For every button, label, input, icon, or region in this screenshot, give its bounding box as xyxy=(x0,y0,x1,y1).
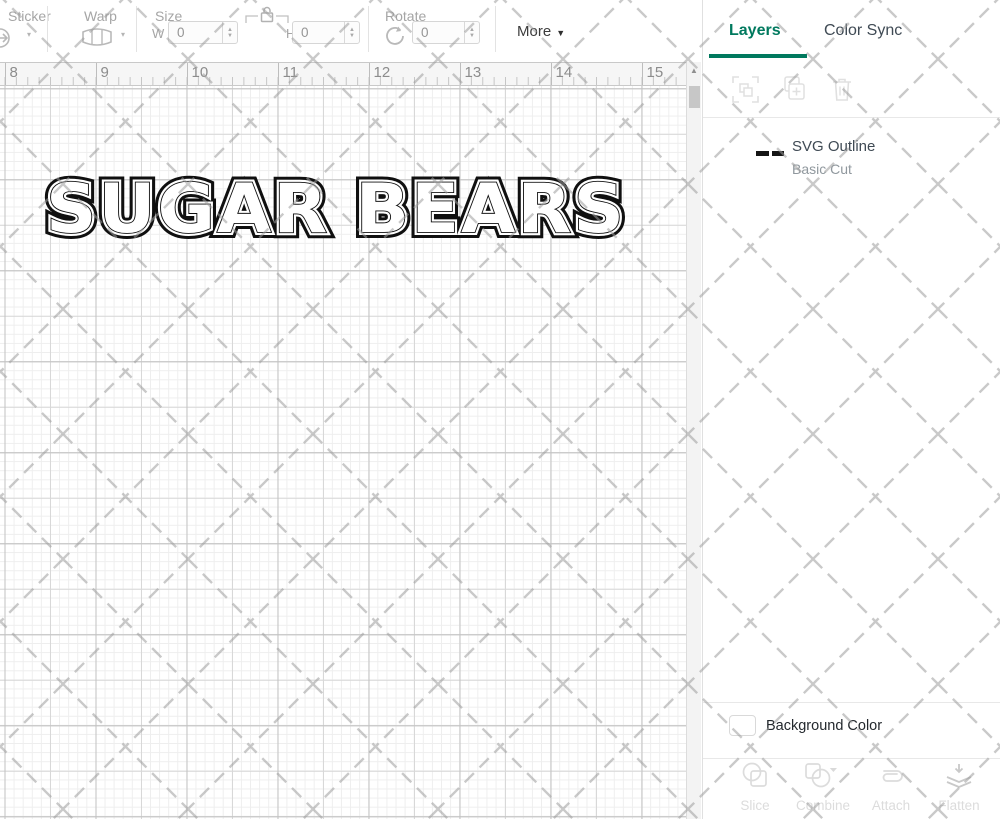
attach-button[interactable]: Attach xyxy=(859,762,923,813)
size-lock-icon[interactable] xyxy=(244,3,290,25)
ruler-mark: 13 xyxy=(460,63,551,85)
ruler-number: 12 xyxy=(374,64,460,81)
stepper-down-icon[interactable]: ▼ xyxy=(349,33,355,39)
ruler-mark: 12 xyxy=(369,63,460,85)
slice-button[interactable]: Slice xyxy=(723,762,787,813)
sticker-offset-icon[interactable] xyxy=(0,24,18,52)
ruler-number: 10 xyxy=(192,64,278,81)
sticker-section-label: Sticker xyxy=(8,8,51,24)
width-input-group: 0 ▲ ▼ xyxy=(168,21,238,44)
width-label: W xyxy=(152,26,164,41)
combine-button[interactable]: Combine xyxy=(791,762,855,813)
ruler-number: 11 xyxy=(283,64,369,81)
wordmark-object[interactable]: SUGAR BEARS SUGAR BEARS SUGAR BEARS xyxy=(36,172,636,244)
ruler-mark: 14 xyxy=(551,63,642,85)
warp-section-label: Warp xyxy=(84,8,117,24)
more-button[interactable]: More ▼ xyxy=(517,23,565,40)
height-input[interactable]: 0 xyxy=(293,22,344,43)
width-input[interactable]: 0 xyxy=(169,22,222,43)
scroll-up-icon[interactable]: ▲ xyxy=(687,66,701,75)
toolbar-divider xyxy=(495,6,496,52)
layer-thumbnail xyxy=(756,151,769,156)
app-window: Sticker ▾ Warp ▾ Size W 0 ▲ ▼ H xyxy=(0,0,1000,819)
layer-thumbnail xyxy=(772,151,784,156)
panel-divider xyxy=(703,117,1000,118)
warp-dropdown-icon[interactable]: ▾ xyxy=(121,30,125,39)
stepper-down-icon[interactable]: ▼ xyxy=(469,33,475,39)
ruler-mark: 8 xyxy=(5,63,96,85)
active-tab-underline xyxy=(709,54,807,58)
combine-icon xyxy=(803,762,843,789)
background-color-label: Background Color xyxy=(766,718,882,734)
combine-label: Combine xyxy=(791,798,855,813)
flatten-icon xyxy=(944,762,974,789)
duplicate-icon[interactable] xyxy=(781,76,806,102)
layers-panel: Layers Color Sync SVG Outline Basic Cut xyxy=(702,0,1000,819)
design-canvas[interactable]: SUGAR BEARS SUGAR BEARS SUGAR BEARS xyxy=(0,86,686,819)
ruler-mark: 10 xyxy=(187,63,278,85)
toolbar-divider xyxy=(368,6,369,52)
panel-divider xyxy=(703,758,1000,759)
ruler-mark: 11 xyxy=(278,63,369,85)
attach-icon xyxy=(874,762,908,789)
flatten-label: Flatten xyxy=(927,798,991,813)
rotate-input[interactable]: 0 xyxy=(413,22,464,43)
layer-row[interactable]: SVG Outline Basic Cut xyxy=(703,130,1000,188)
attach-label: Attach xyxy=(859,798,923,813)
panel-divider xyxy=(703,702,1000,703)
rotate-icon[interactable] xyxy=(383,24,409,48)
background-color-swatch[interactable] xyxy=(729,715,756,736)
flatten-button[interactable]: Flatten xyxy=(927,762,991,813)
rotate-input-group: 0 ▲ ▼ xyxy=(412,21,480,44)
toolbar-divider xyxy=(47,6,48,52)
vertical-scrollbar[interactable]: ▲ xyxy=(686,62,701,819)
ruler-number: 14 xyxy=(556,64,642,81)
height-stepper[interactable]: ▲ ▼ xyxy=(344,22,359,43)
ruler-mark: 15 xyxy=(642,63,687,85)
ruler-number: 15 xyxy=(647,64,687,81)
ruler-number: 9 xyxy=(101,64,187,81)
stepper-down-icon[interactable]: ▼ xyxy=(227,33,233,39)
more-dropdown-icon: ▼ xyxy=(556,28,565,38)
delete-icon[interactable] xyxy=(830,76,854,103)
more-button-label: More xyxy=(517,23,551,40)
ruler-mark: 9 xyxy=(96,63,187,85)
height-input-group: 0 ▲ ▼ xyxy=(292,21,360,44)
slice-label: Slice xyxy=(723,798,787,813)
wordmark-text: SUGAR BEARS xyxy=(46,170,626,249)
layer-title: SVG Outline xyxy=(792,138,875,155)
tab-color-sync[interactable]: Color Sync xyxy=(824,22,902,40)
ruler-number: 8 xyxy=(10,64,96,81)
ruler-number: 13 xyxy=(465,64,551,81)
warp-icon[interactable] xyxy=(80,26,116,48)
sticker-dropdown-icon[interactable]: ▾ xyxy=(27,30,31,39)
layer-cut-type: Basic Cut xyxy=(792,161,852,177)
group-icon[interactable] xyxy=(732,76,759,103)
scrollbar-thumb[interactable] xyxy=(689,86,700,108)
toolbar-divider xyxy=(136,6,137,52)
rotate-stepper[interactable]: ▲ ▼ xyxy=(464,22,479,43)
tab-layers[interactable]: Layers xyxy=(729,22,781,40)
slice-icon xyxy=(739,762,771,789)
width-stepper[interactable]: ▲ ▼ xyxy=(222,22,237,43)
horizontal-ruler: 8 9 10 11 12 13 14 15 xyxy=(0,62,686,86)
